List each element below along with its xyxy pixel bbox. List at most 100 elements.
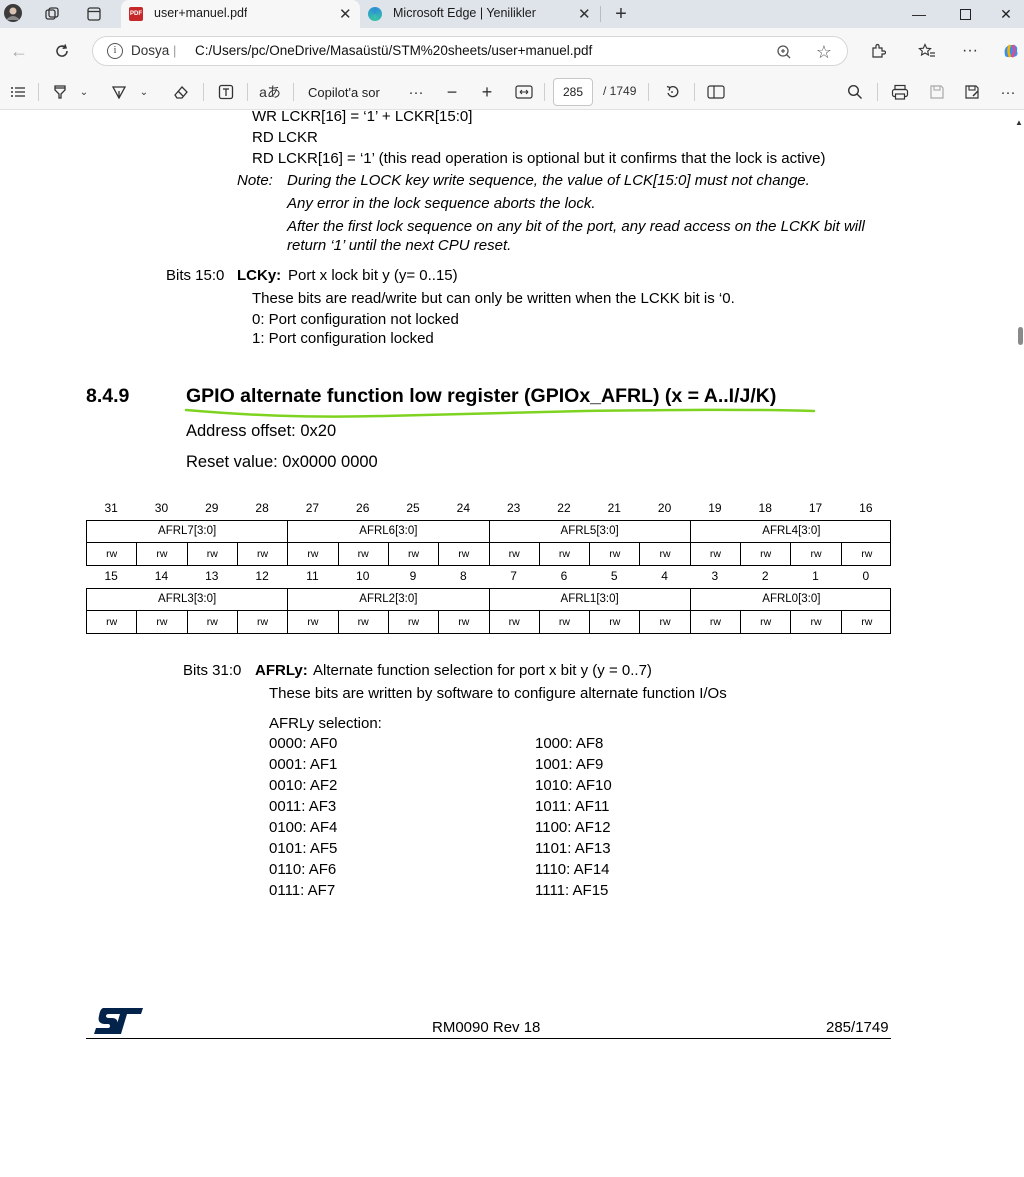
doc-line: RD LCKR <box>252 129 318 146</box>
section-number: 8.4.9 <box>86 385 130 407</box>
minimize-icon[interactable]: — <box>896 0 942 28</box>
favorite-star-icon[interactable]: ☆ <box>813 41 835 63</box>
note-line: After the first lock sequence on any bit… <box>287 218 865 235</box>
rotate-icon[interactable] <box>660 81 684 103</box>
vertical-scrollbar[interactable] <box>1011 110 1024 1177</box>
selection-item: 1101: AF13 <box>535 840 611 857</box>
ask-copilot-button[interactable]: Copilot'a sor <box>308 81 380 103</box>
selection-item: 1001: AF9 <box>535 756 604 773</box>
info-icon[interactable]: i <box>107 43 123 59</box>
register-access-cell: rw <box>137 543 188 565</box>
more-options-icon[interactable]: ··· <box>957 38 983 64</box>
save-as-icon[interactable] <box>960 81 984 103</box>
bit-number: 24 <box>456 501 471 515</box>
zoom-icon[interactable] <box>773 41 795 63</box>
register-access-cell: rw <box>389 611 440 633</box>
st-logo <box>94 1008 143 1034</box>
chevron-down-icon[interactable]: ⌄ <box>136 81 152 103</box>
register-access-cell: rw <box>741 611 792 633</box>
tab-user-manuel[interactable]: PDF user+manuel.pdf ✕ <box>121 0 360 28</box>
toolbar-divider <box>38 83 39 101</box>
scrollbar-thumb[interactable] <box>1018 327 1023 345</box>
register-fields-lower: AFRL3[3:0] AFRL2[3:0] AFRL1[3:0] AFRL0[3:0] <box>86 588 891 611</box>
register-bit-numbers-lower: 15 14 13 12 11 10 9 8 7 6 5 4 3 2 1 0 <box>86 569 891 585</box>
more-tools-icon[interactable]: ··· <box>404 81 428 103</box>
maximize-icon[interactable] <box>942 0 988 28</box>
bit-number: 17 <box>808 501 823 515</box>
selection-label: AFRLy selection: <box>269 715 382 732</box>
register-access-cell: rw <box>490 611 540 633</box>
register-access-cell: rw <box>640 543 691 565</box>
bits-label: Bits 31:0 <box>183 662 242 679</box>
register-access-cell: rw <box>238 543 289 565</box>
doc-line: These bits are written by software to co… <box>269 685 727 702</box>
vertical-tabs-icon[interactable] <box>83 4 105 24</box>
refresh-icon[interactable] <box>49 38 75 64</box>
register-access-cell: rw <box>741 543 792 565</box>
toolbar-divider <box>247 83 248 101</box>
register-access-cell: rw <box>691 611 742 633</box>
profile-avatar-icon[interactable] <box>2 3 24 23</box>
favorites-icon[interactable] <box>914 38 940 64</box>
print-icon[interactable] <box>888 81 912 103</box>
fit-to-width-icon[interactable] <box>512 81 536 103</box>
url-text[interactable]: C:/Users/pc/OneDrive/Masaüstü/STM%20shee… <box>195 43 592 58</box>
zoom-in-icon[interactable]: + <box>475 81 499 103</box>
save-icon[interactable] <box>925 81 949 103</box>
close-tab-icon[interactable]: ✕ <box>339 5 352 23</box>
register-access-cell: rw <box>861 548 873 560</box>
page-number-input[interactable]: 285 <box>553 78 593 106</box>
register-field: AFRL6[3:0] <box>288 521 490 542</box>
register-access-cell: rw <box>791 611 842 633</box>
new-tab-icon[interactable]: + <box>610 3 632 25</box>
doc-line: These bits are read/write but can only b… <box>252 290 735 307</box>
scroll-up-icon[interactable]: ▲ <box>1015 118 1023 127</box>
zoom-out-icon[interactable]: − <box>440 81 464 103</box>
extensions-icon[interactable] <box>865 38 891 64</box>
register-access-cell: rw <box>389 543 440 565</box>
bit-number: 30 <box>154 501 169 515</box>
eraser-icon[interactable] <box>169 81 193 103</box>
bits-label: Bits 15:0 <box>166 267 225 284</box>
bit-number: 8 <box>459 569 467 583</box>
page-total: / 1749 <box>603 84 637 98</box>
bit-number: 23 <box>506 501 521 515</box>
bit-number: 3 <box>711 569 719 583</box>
chevron-down-icon[interactable]: ⌄ <box>76 81 92 103</box>
register-access-cell: rw <box>640 611 691 633</box>
register-access-lower: rw rw rw rw rw rw rw rw rw rw rw rw rw rw rw rw <box>86 610 891 634</box>
page-view-icon[interactable] <box>704 81 728 103</box>
highlight-icon[interactable] <box>48 81 72 103</box>
workspaces-icon[interactable] <box>41 4 63 24</box>
register-access-cell: rw <box>188 611 238 633</box>
selection-item: 0001: AF1 <box>269 756 338 773</box>
close-window-icon[interactable]: ✕ <box>988 0 1024 28</box>
tab-edge-news[interactable]: Microsoft Edge | Yenilikler ✕ <box>362 0 600 28</box>
back-icon[interactable]: ← <box>6 38 32 64</box>
copilot-icon[interactable] <box>998 38 1024 64</box>
table-of-contents-icon[interactable] <box>6 81 30 103</box>
draw-icon[interactable] <box>107 81 131 103</box>
selection-item: 0100: AF4 <box>269 819 338 836</box>
scheme-label: Dosya <box>131 43 170 58</box>
address-bar[interactable]: i Dosya | C:/Users/pc/OneDrive/Masaüstü/… <box>92 36 848 66</box>
read-aloud-icon[interactable]: aあ <box>258 81 282 103</box>
search-icon[interactable] <box>843 81 867 103</box>
bit-number: 10 <box>356 569 370 583</box>
tab-strip: PDF user+manuel.pdf ✕ Microsoft Edge | Y… <box>0 0 1024 28</box>
settings-more-icon[interactable]: ··· <box>996 81 1020 103</box>
text-box-icon[interactable] <box>214 81 238 103</box>
bit-number: 12 <box>255 569 269 583</box>
bit-number: 16 <box>859 501 873 515</box>
url-separator: | <box>173 43 177 58</box>
close-tab-icon[interactable]: ✕ <box>578 5 591 23</box>
bits-field: AFRLy: <box>255 662 308 679</box>
selection-list-right: 1000: AF8 1001: AF9 1010: AF10 1011: AF11 11… <box>535 735 735 905</box>
pdf-toolbar: ⌄ ⌄ aあ Copilot'a sor ··· − + 285 / 1749 … <box>0 74 1024 110</box>
tab-title: user+manuel.pdf <box>154 6 248 20</box>
register-field: AFRL4[3:0] <box>762 525 821 537</box>
selection-item: 1100: AF12 <box>535 819 611 836</box>
register-access-cell: rw <box>590 543 641 565</box>
selection-item: 0111: AF7 <box>269 882 336 899</box>
register-access-cell: rw <box>87 543 138 565</box>
